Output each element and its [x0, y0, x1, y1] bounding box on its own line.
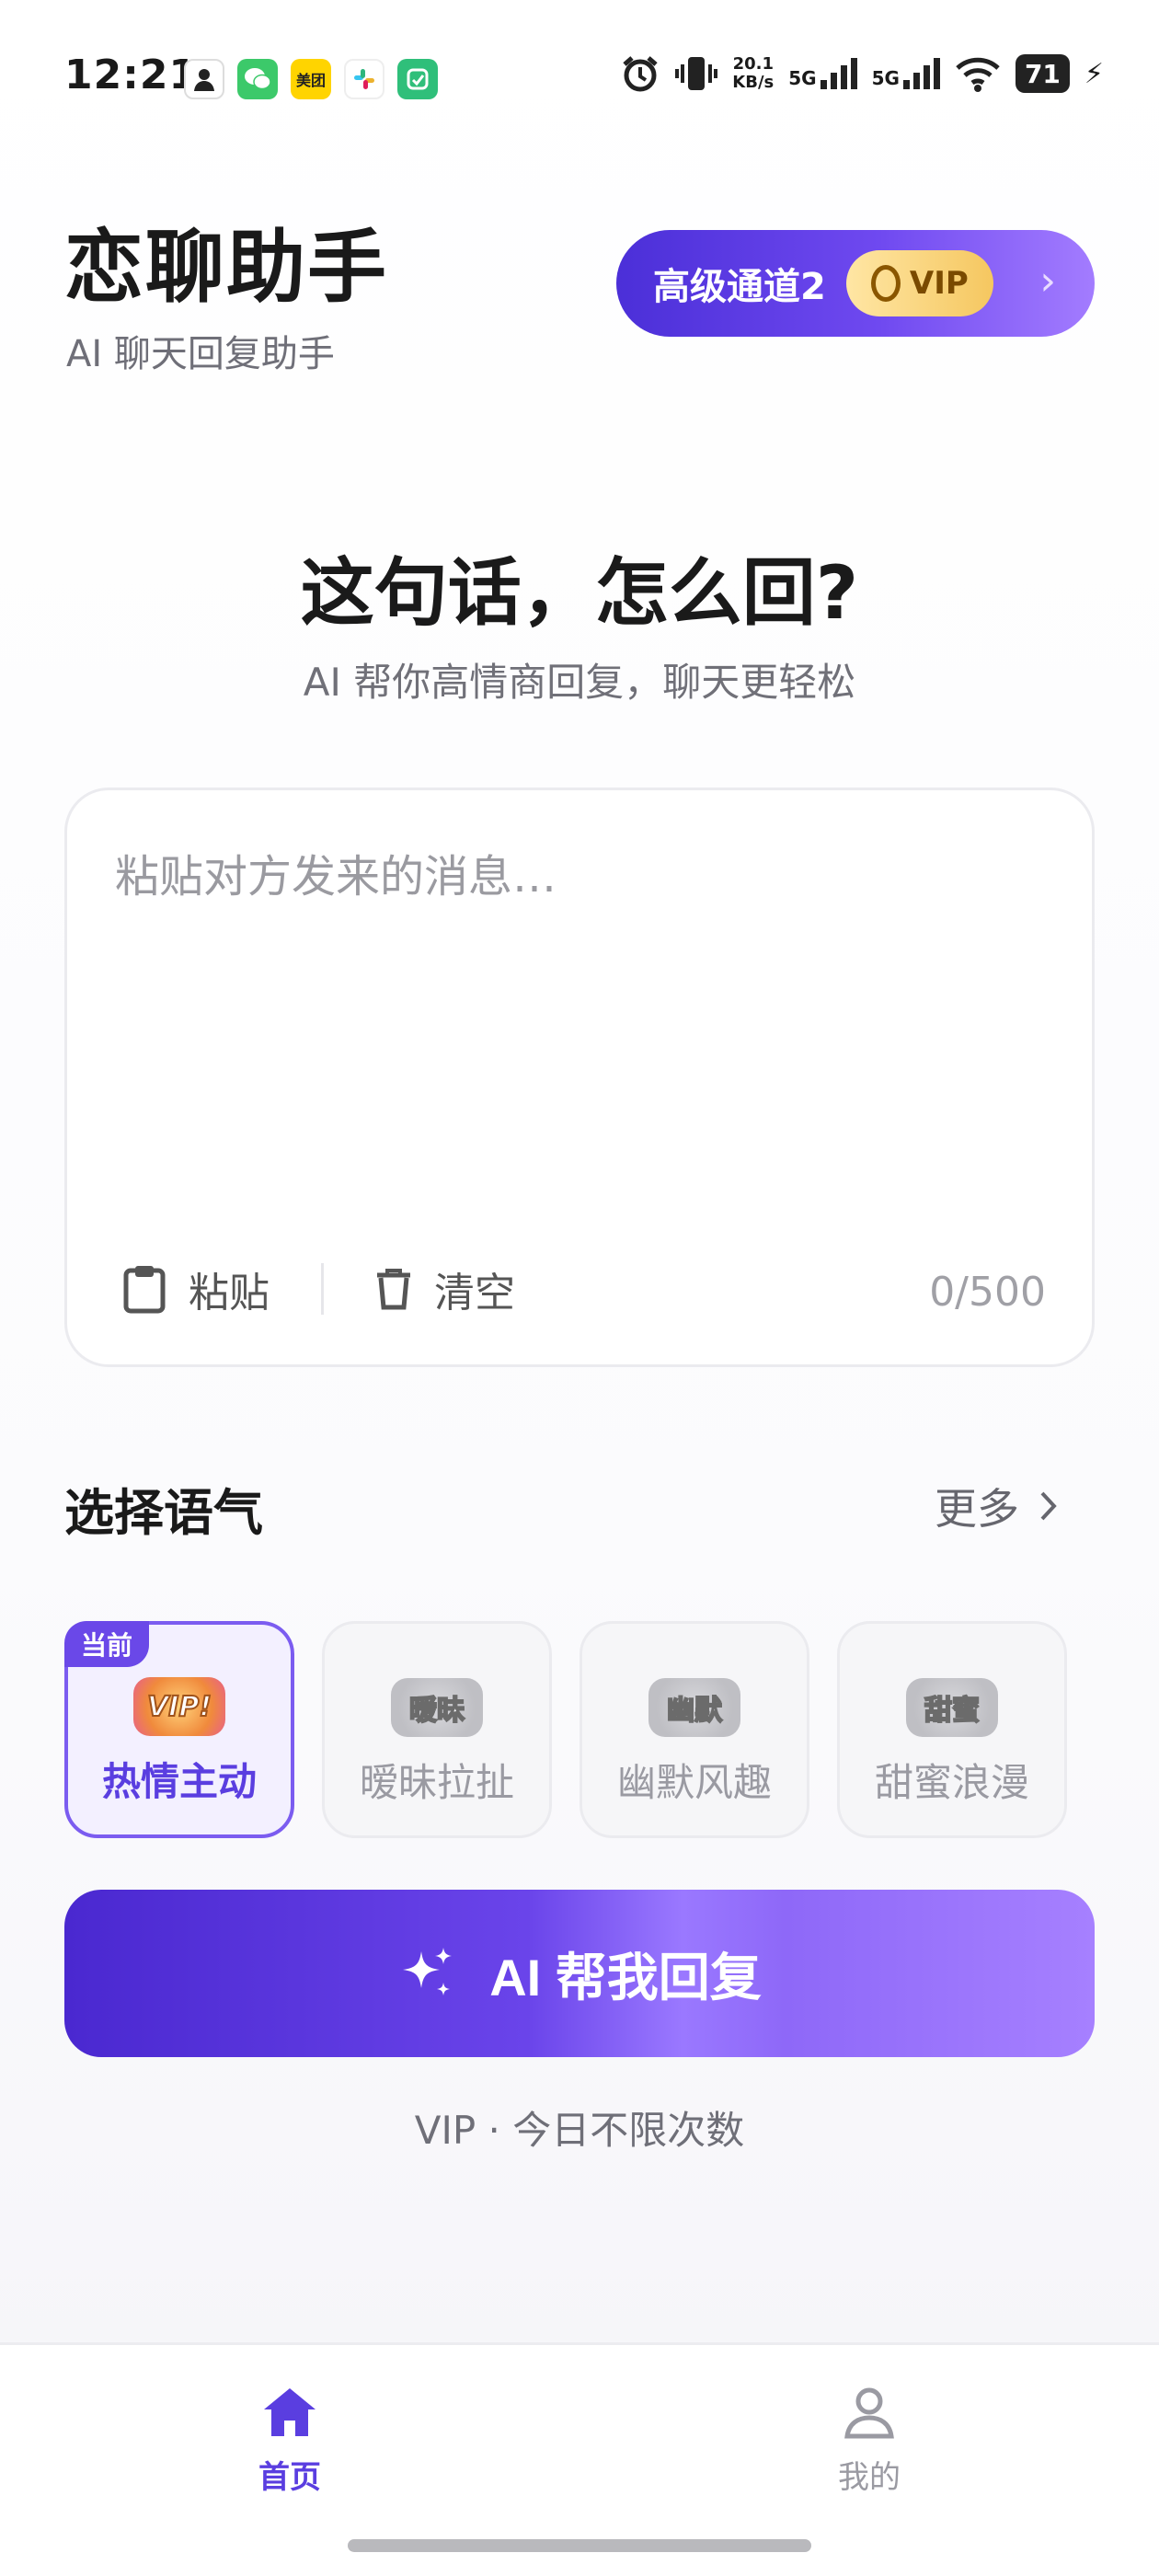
system-indicators: 20.1 KB/s 5G 5G 71 ⚡ [620, 53, 1104, 94]
user-icon [844, 2387, 894, 2439]
ambiguous-sticker-icon: 暧昧 [391, 1678, 483, 1737]
tone-option-passionate[interactable]: 当前 VIP! 热情主动 [64, 1621, 294, 1838]
hero-title: 这句话，怎么回? [300, 550, 859, 636]
status-bar: 12:21 美团 20.1 KB/s 5G 5G 71 ⚡ [0, 0, 1159, 147]
battery-indicator: 71 [1015, 54, 1070, 93]
net-speed: 20.1 KB/s [732, 54, 775, 92]
vip-quota-text: VIP · 今日不限次数 [414, 2108, 745, 2153]
ai-reply-button[interactable]: AI 帮我回复 [64, 1890, 1095, 2057]
nav-me[interactable]: 我的 [777, 2386, 961, 2497]
paste-button[interactable]: 粘贴 [122, 1259, 270, 1318]
clear-label: 清空 [434, 1270, 515, 1317]
green-app-icon [397, 59, 438, 99]
wifi-icon [956, 57, 1000, 92]
slack-icon [344, 59, 384, 99]
clipboard-icon [123, 1266, 166, 1314]
vip-badge: VIP [845, 250, 993, 316]
nav-me-label: 我的 [838, 2459, 901, 2496]
tone-option-ambiguous[interactable]: 暧昧 暧昧拉扯 [322, 1621, 552, 1838]
input-toolbar: 粘贴 清空 [122, 1259, 515, 1318]
chevron-right-icon: › [1039, 258, 1056, 305]
hero-subtitle: AI 帮你高情商回复，聊天更轻松 [303, 660, 856, 705]
humor-sticker-icon: 幽默 [648, 1678, 740, 1737]
alarm-icon [623, 56, 658, 92]
signal-5g-2: 5G [872, 58, 940, 89]
medal-icon [870, 265, 901, 302]
message-input[interactable] [115, 840, 1044, 1208]
app-subtitle: AI 聊天回复助手 [66, 333, 335, 375]
meituan-icon: 美团 [291, 59, 331, 99]
tone-label: 幽默风趣 [616, 1760, 772, 1805]
signal-bars-icon [902, 58, 940, 89]
tone-section-title: 选择语气 [64, 1484, 263, 1542]
signal-bars-icon [820, 58, 857, 89]
clear-button[interactable]: 清空 [375, 1259, 515, 1318]
notification-icons: 美团 [184, 59, 438, 99]
chevron-right-icon [1040, 1491, 1057, 1521]
tone-label: 甜蜜浪漫 [874, 1760, 1029, 1805]
tone-label: 热情主动 [101, 1759, 257, 1804]
message-input-card: 粘贴 清空 0/500 [64, 788, 1095, 1367]
ai-reply-label: AI 帮我回复 [489, 1948, 762, 2007]
signal-5g-1: 5G [788, 58, 857, 89]
charging-icon: ⚡ [1084, 57, 1104, 90]
nav-home[interactable]: 首页 [198, 2386, 382, 2497]
tone-option-romantic[interactable]: 甜蜜 甜蜜浪漫 [837, 1621, 1067, 1838]
current-badge: 当前 [64, 1621, 150, 1667]
app-title: 恋聊助手 [64, 222, 388, 314]
sweet-sticker-icon: 甜蜜 [906, 1678, 998, 1737]
home-icon [264, 2388, 316, 2436]
char-counter: 0/500 [929, 1269, 1046, 1316]
profile-app-icon [184, 59, 224, 99]
wechat-icon [237, 59, 278, 99]
paste-label: 粘贴 [189, 1270, 270, 1317]
tone-option-humorous[interactable]: 幽默 幽默风趣 [580, 1621, 809, 1838]
vip-sticker-icon: VIP! [133, 1677, 225, 1736]
sparkle-icon [403, 1948, 453, 1995]
tone-label: 暧昧拉扯 [359, 1760, 514, 1805]
gesture-bar[interactable] [348, 2539, 811, 2552]
vibrate-icon [675, 57, 718, 90]
premium-channel-button[interactable]: 高级通道2 VIP › [616, 230, 1095, 337]
trash-icon [377, 1269, 410, 1310]
nav-home-label: 首页 [258, 2459, 321, 2496]
premium-channel-label: 高级通道2 [653, 266, 826, 308]
tone-options: 当前 VIP! 热情主动 暧昧 暧昧拉扯 幽默 幽默风趣 甜蜜 甜蜜浪漫 [64, 1621, 1067, 1838]
status-time: 12:21 [64, 52, 199, 98]
toolbar-divider [321, 1263, 324, 1315]
more-tones-link[interactable]: 更多 [935, 1476, 1058, 1536]
